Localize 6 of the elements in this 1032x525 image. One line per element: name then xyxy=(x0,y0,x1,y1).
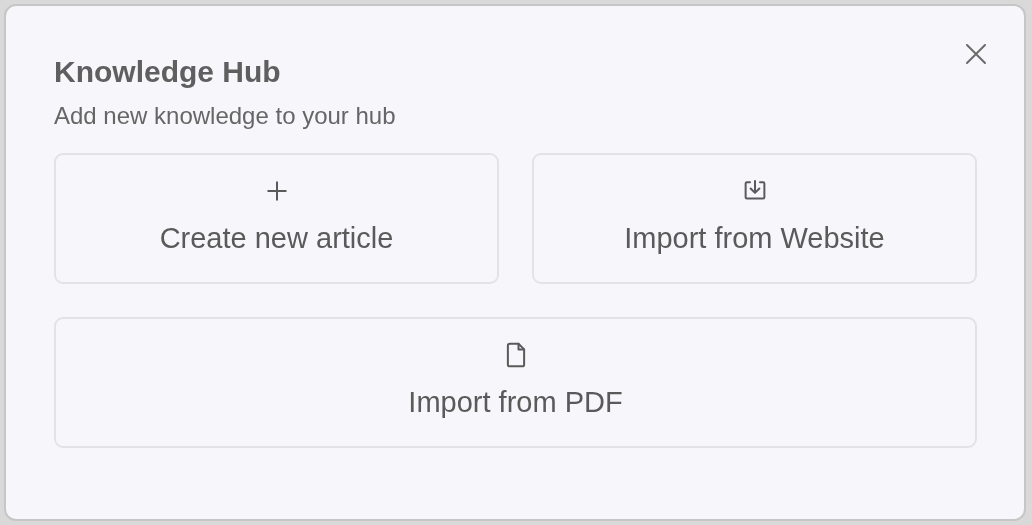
option-card[interactable]: Import from PDF xyxy=(54,317,977,448)
option-card[interactable]: Create new article xyxy=(54,153,499,284)
dialog-subtitle: Add new knowledge to your hub xyxy=(54,101,397,131)
close-icon xyxy=(965,43,987,65)
option-card[interactable]: Import from Website xyxy=(532,153,977,284)
dialog-title: Knowledge Hub xyxy=(54,54,282,90)
